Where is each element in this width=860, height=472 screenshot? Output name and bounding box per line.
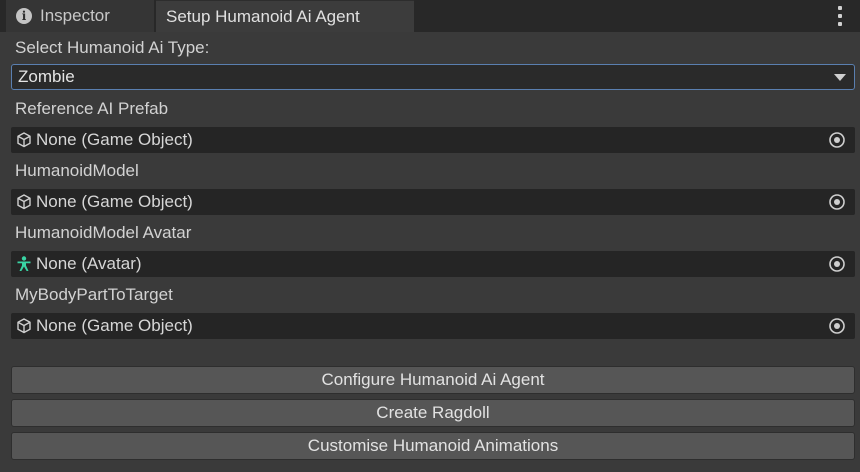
- tab-bar: i Inspector Setup Humanoid Ai Agent: [0, 0, 860, 32]
- customise-humanoid-animations-button[interactable]: Customise Humanoid Animations: [11, 432, 855, 460]
- cube-icon: [17, 194, 31, 210]
- field-label-reference-ai-prefab: Reference AI Prefab: [15, 99, 169, 118]
- ai-type-dropdown[interactable]: Zombie: [11, 64, 855, 90]
- object-picker-icon[interactable]: [828, 317, 846, 335]
- tab-setup-label: Setup Humanoid Ai Agent: [166, 6, 360, 26]
- tab-setup-humanoid-ai-agent[interactable]: Setup Humanoid Ai Agent: [156, 0, 414, 32]
- cube-icon: [17, 132, 31, 148]
- cube-icon: [17, 318, 31, 334]
- create-ragdoll-button[interactable]: Create Ragdoll: [11, 399, 855, 427]
- my-body-part-to-target-value: None (Game Object): [36, 316, 193, 335]
- dropdown-arrow-icon: [834, 74, 846, 81]
- more-options-icon[interactable]: [836, 6, 844, 26]
- object-picker-icon[interactable]: [828, 255, 846, 273]
- humanoid-model-value: None (Game Object): [36, 192, 193, 211]
- tab-inspector-label: Inspector: [40, 6, 110, 25]
- reference-ai-prefab-value: None (Game Object): [36, 130, 193, 149]
- humanoid-model-field[interactable]: None (Game Object): [11, 189, 855, 215]
- avatar-icon: [17, 256, 31, 271]
- info-icon: i: [16, 8, 32, 24]
- field-label-my-body-part-to-target: MyBodyPartToTarget: [15, 285, 173, 304]
- object-picker-icon[interactable]: [828, 193, 846, 211]
- type-label: Select Humanoid Ai Type:: [15, 38, 210, 57]
- humanoid-model-avatar-field[interactable]: None (Avatar): [11, 251, 855, 277]
- tab-inspector[interactable]: i Inspector: [6, 0, 154, 32]
- humanoid-model-avatar-value: None (Avatar): [36, 254, 142, 273]
- ai-type-value: Zombie: [18, 67, 75, 86]
- object-picker-icon[interactable]: [828, 131, 846, 149]
- reference-ai-prefab-field[interactable]: None (Game Object): [11, 127, 855, 153]
- field-label-humanoid-model: HumanoidModel: [15, 161, 139, 180]
- configure-humanoid-ai-agent-button[interactable]: Configure Humanoid Ai Agent: [11, 366, 855, 394]
- my-body-part-to-target-field[interactable]: None (Game Object): [11, 313, 855, 339]
- field-label-humanoid-model-avatar: HumanoidModel Avatar: [15, 223, 192, 242]
